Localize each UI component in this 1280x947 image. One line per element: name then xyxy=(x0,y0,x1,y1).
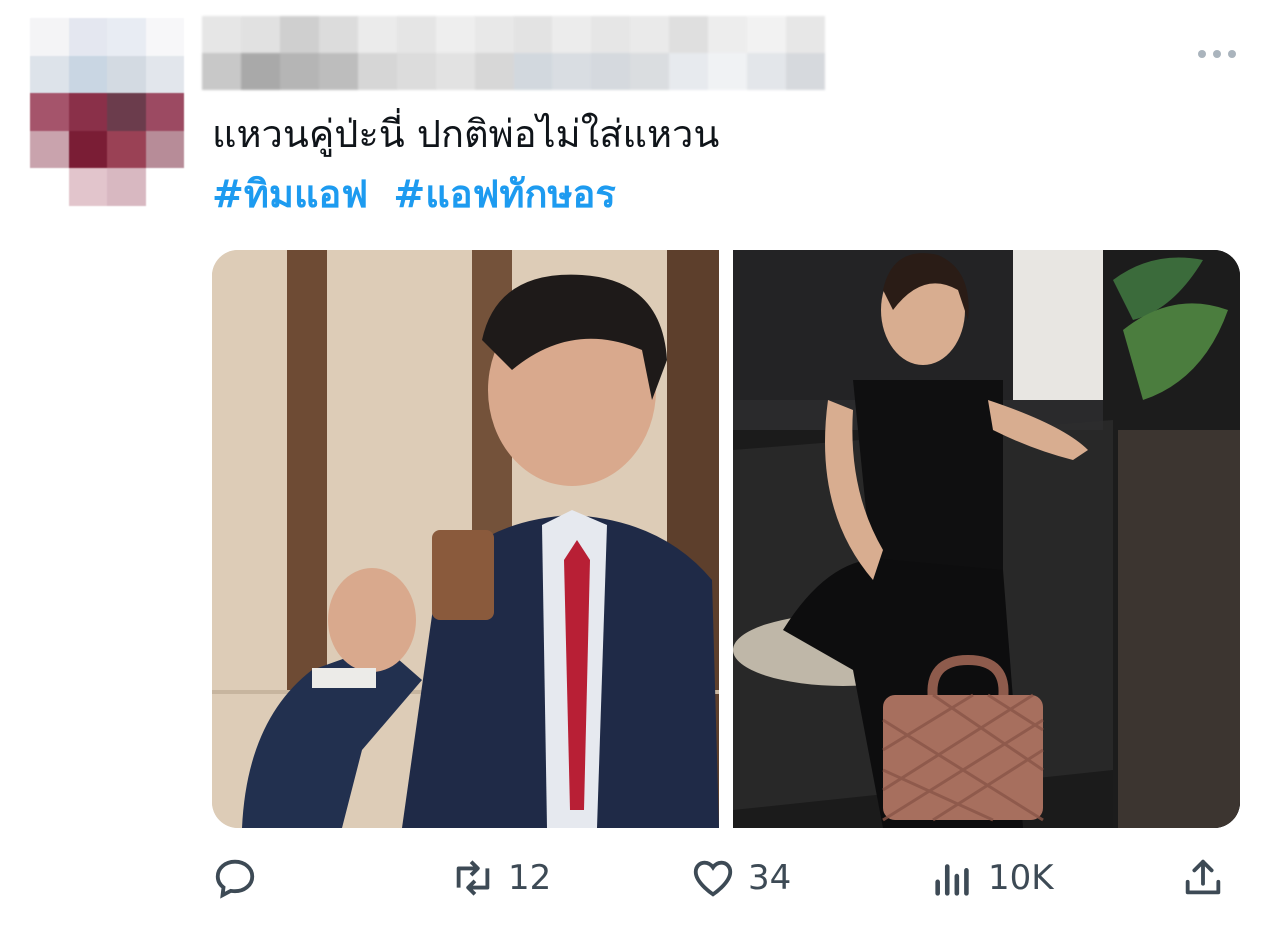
hashtag-link[interactable]: #ทิมแอฟ xyxy=(212,172,368,216)
views-button[interactable]: 10K xyxy=(930,855,1054,901)
tweet-text-line: แหวนคู่ป่ะนี่ ปกติพ่อไม่ใส่แหวน xyxy=(212,112,720,156)
hashtag-list: #ทิมแอฟ #แอฟทักษอร xyxy=(212,164,719,224)
tweet-text: แหวนคู่ป่ะนี่ ปกติพ่อไม่ใส่แหวน #ทิมแอฟ … xyxy=(212,104,719,224)
share-icon xyxy=(1185,859,1221,895)
tweet-actions: 12 34 10K xyxy=(212,855,1242,917)
photo-woman-with-bag[interactable] xyxy=(733,250,1240,828)
photo-man-with-cup[interactable] xyxy=(212,250,719,828)
reply-button[interactable] xyxy=(212,855,270,901)
avatar[interactable] xyxy=(30,18,184,206)
retweet-count: 12 xyxy=(508,858,552,898)
reply-icon xyxy=(215,859,255,899)
more-options-icon[interactable] xyxy=(1198,50,1236,58)
media-grid xyxy=(212,250,1240,828)
retweet-icon xyxy=(456,860,490,896)
like-count: 34 xyxy=(748,858,792,898)
heart-icon xyxy=(693,860,733,897)
like-button[interactable]: 34 xyxy=(690,855,791,901)
retweet-button[interactable]: 12 xyxy=(450,855,551,901)
views-icon xyxy=(935,864,969,896)
author-name-blurred[interactable] xyxy=(202,16,864,90)
hashtag-link[interactable]: #แอฟทักษอร xyxy=(393,172,615,216)
views-count: 10K xyxy=(988,858,1054,898)
photo-man-illustration xyxy=(212,250,719,828)
photo-woman-illustration xyxy=(733,250,1240,828)
share-button[interactable] xyxy=(1180,855,1238,901)
